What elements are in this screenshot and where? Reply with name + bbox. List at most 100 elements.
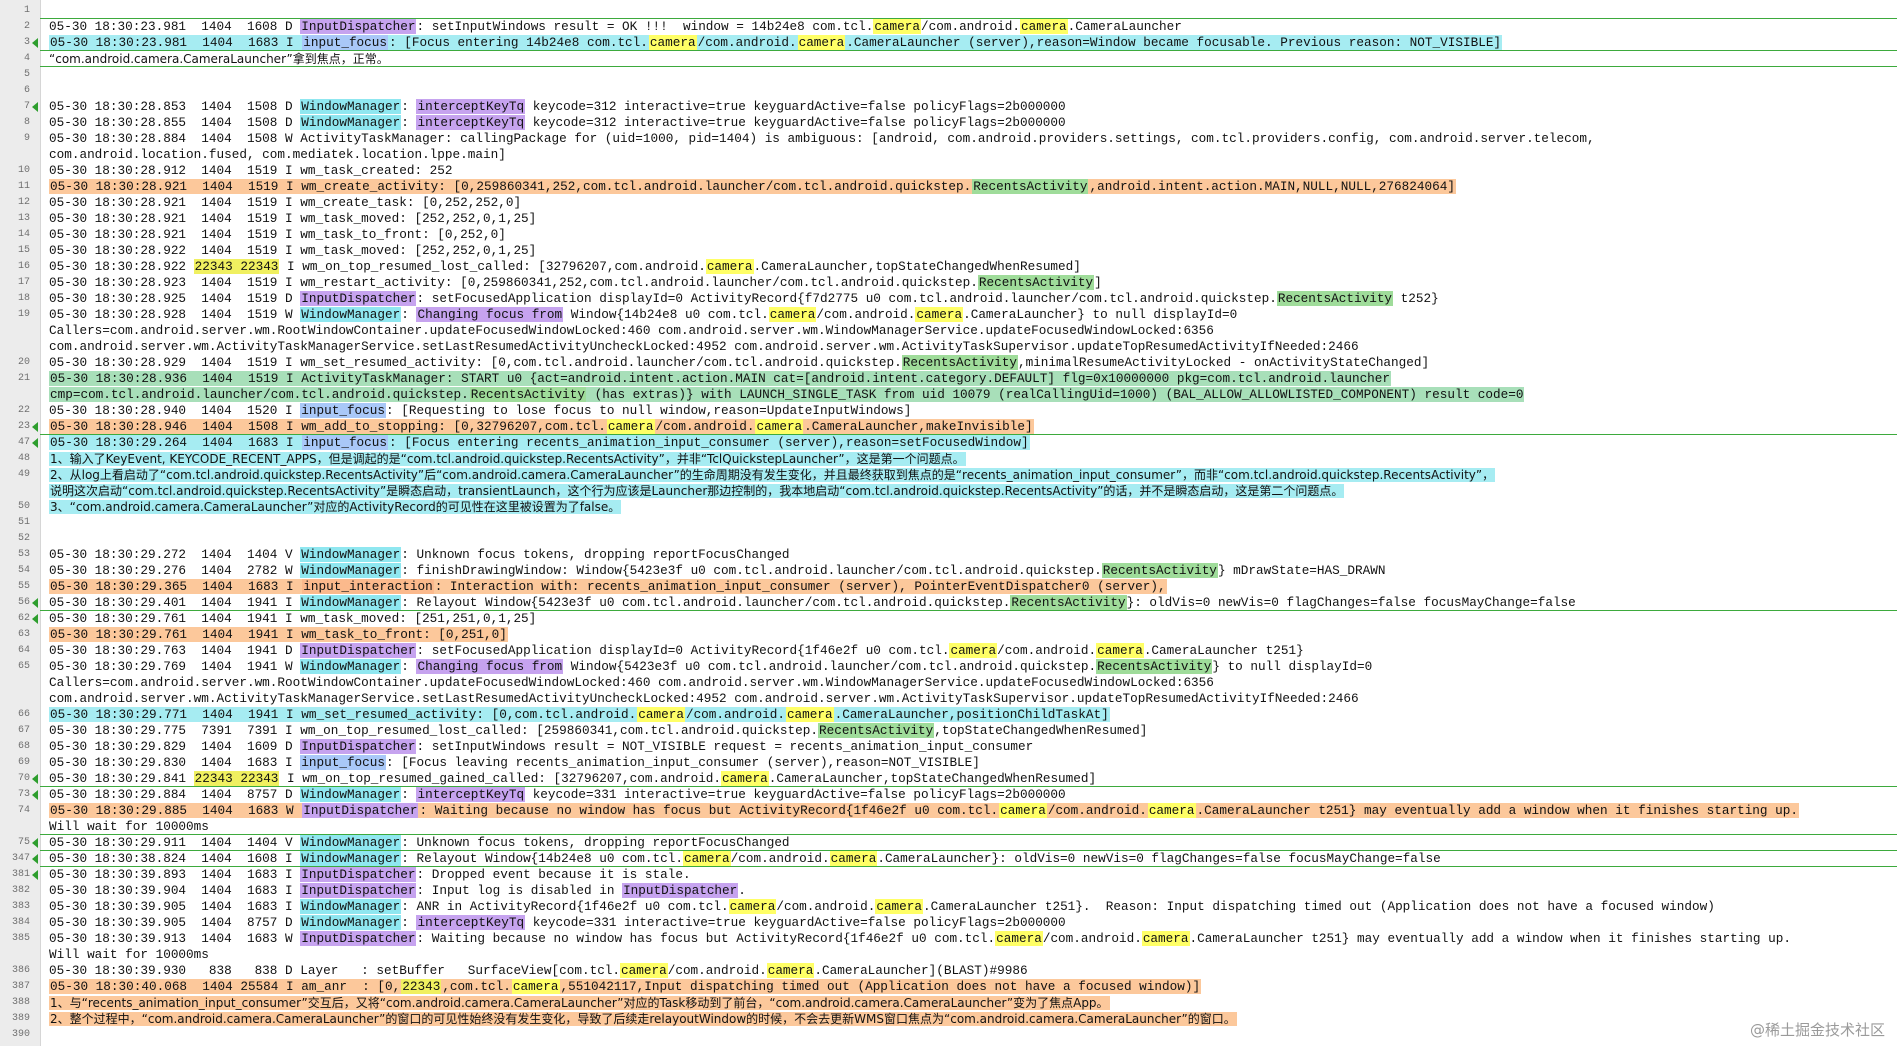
log-line[interactable]: 21 05-30 18:30:28.936 1404 1519 I Activit… (0, 371, 1897, 387)
bookmark-marker-icon[interactable] (32, 422, 38, 432)
log-line[interactable]: 5 (0, 67, 1897, 83)
log-line[interactable]: com.android.server.wm.ActivityTaskManage… (0, 339, 1897, 355)
log-line[interactable]: 74 05-30 18:30:29.885 1404 1683 W InputDi… (0, 803, 1897, 819)
log-line[interactable]: 3 05-30 18:30:23.981 1404 1683 I input_fo… (0, 35, 1897, 51)
log-line[interactable]: 52 (0, 531, 1897, 547)
log-line[interactable]: 14 05-30 18:30:28.921 1404 1519 I wm_task… (0, 227, 1897, 243)
log-line[interactable]: 7 05-30 18:30:28.853 1404 1508 D WindowMa… (0, 99, 1897, 115)
log-line[interactable]: 49 2、从log上看启动了“com.tcl.android.quickstep.… (0, 467, 1897, 483)
log-segment: 05-30 18:30:28.853 1404 1508 D (49, 99, 301, 114)
log-viewer[interactable]: 1 2 05-30 18:30:23.981 1404 1608 D InputDi… (0, 3, 1897, 1043)
log-line[interactable]: 68 05-30 18:30:29.829 1404 1609 D InputDi… (0, 739, 1897, 755)
log-line[interactable]: 13 05-30 18:30:28.921 1404 1519 I wm_task… (0, 211, 1897, 227)
bookmark-marker-icon[interactable] (32, 38, 38, 48)
log-line[interactable]: 16 05-30 18:30:28.922 22343 22343 I wm_on… (0, 259, 1897, 275)
log-line[interactable]: 62 05-30 18:30:29.761 1404 1941 I wm_task… (0, 611, 1897, 627)
log-line[interactable]: 386 05-30 18:30:39.930 838 838 D Layer : … (0, 963, 1897, 979)
log-line[interactable]: 23 05-30 18:30:28.946 1404 1508 I wm_add_… (0, 419, 1897, 435)
log-line[interactable]: 说明这次启动“com.tcl.android.quickstep.Recents… (0, 483, 1897, 499)
bookmark-marker-icon[interactable] (32, 870, 38, 880)
log-line[interactable]: 64 05-30 18:30:29.763 1404 1941 D InputDi… (0, 643, 1897, 659)
log-line[interactable]: 382 05-30 18:30:39.904 1404 1683 I InputD… (0, 883, 1897, 899)
log-line[interactable]: 65 05-30 18:30:29.769 1404 1941 W WindowM… (0, 659, 1897, 675)
highlight-tag-purple: InputDispatcher (300, 291, 417, 306)
log-line[interactable]: 15 05-30 18:30:28.922 1404 1519 I wm_task… (0, 243, 1897, 259)
log-line[interactable]: Callers=com.android.server.wm.RootWindow… (0, 323, 1897, 339)
bookmark-marker-icon[interactable] (32, 102, 38, 112)
log-line[interactable]: 66 05-30 18:30:29.771 1404 1941 I wm_set_… (0, 707, 1897, 723)
log-line[interactable]: 8 05-30 18:30:28.855 1404 1508 D WindowMa… (0, 115, 1897, 131)
bookmark-marker-icon[interactable] (32, 438, 38, 448)
log-line[interactable]: 54 05-30 18:30:29.276 1404 2782 W WindowM… (0, 563, 1897, 579)
log-line[interactable]: 9 05-30 18:30:28.884 1404 1508 W Activity… (0, 131, 1897, 147)
log-line[interactable]: 50 3、“com.android.camera.CameraLauncher”对… (0, 499, 1897, 515)
bookmark-marker-icon[interactable] (32, 774, 38, 784)
line-number: 67 (17, 725, 30, 736)
log-line[interactable]: 4 “com.android.camera.CameraLauncher”拿到焦点… (0, 51, 1897, 67)
log-line[interactable]: cmp=com.tcl.android.launcher/com.tcl.and… (0, 387, 1897, 403)
log-line[interactable]: 12 05-30 18:30:28.921 1404 1519 I wm_crea… (0, 195, 1897, 211)
line-number: 21 (17, 373, 30, 384)
log-line[interactable]: com.android.server.wm.ActivityTaskManage… (0, 691, 1897, 707)
line-number: 347 (11, 853, 30, 864)
log-line[interactable]: 67 05-30 18:30:29.775 7391 7391 I wm_on_t… (0, 723, 1897, 739)
log-segment: I wm_on_top_resumed_lost_called: [327962… (279, 259, 706, 274)
log-line[interactable]: 388 1、与“recents_animation_input_consumer”… (0, 995, 1897, 1011)
log-line[interactable]: 63 05-30 18:30:29.761 1404 1941 I wm_task… (0, 627, 1897, 643)
log-text: 05-30 18:30:29.264 1404 1683 I input_foc… (49, 435, 1895, 451)
log-line[interactable]: Will wait for 10000ms (0, 947, 1897, 963)
log-text: 05-30 18:30:39.893 1404 1683 I InputDisp… (49, 867, 1895, 883)
log-line[interactable]: 55 05-30 18:30:29.365 1404 1683 I input_i… (0, 579, 1897, 595)
log-line[interactable]: 11 05-30 18:30:28.921 1404 1519 I wm_crea… (0, 179, 1897, 195)
line-number: 69 (17, 757, 30, 768)
log-line[interactable]: 51 (0, 515, 1897, 531)
log-line[interactable]: 70 05-30 18:30:29.841 22343 22343 I wm_on… (0, 771, 1897, 787)
log-text: 05-30 18:30:29.272 1404 1404 V WindowMan… (49, 547, 1895, 563)
highlight-orange-light: input_interaction (302, 579, 434, 594)
log-line[interactable]: 19 05-30 18:30:28.928 1404 1519 W WindowM… (0, 307, 1897, 323)
log-line[interactable]: 2 05-30 18:30:23.981 1404 1608 D InputDis… (0, 19, 1897, 35)
log-line[interactable]: 381 05-30 18:30:39.893 1404 1683 I InputD… (0, 867, 1897, 883)
log-line[interactable]: 347 05-30 18:30:38.824 1404 1608 I Window… (0, 851, 1897, 867)
log-line[interactable]: 69 05-30 18:30:29.830 1404 1683 I input_f… (0, 755, 1897, 771)
log-line[interactable]: 385 05-30 18:30:39.913 1404 1683 W InputD… (0, 931, 1897, 947)
log-text: 05-30 18:30:38.824 1404 1608 I WindowMan… (49, 851, 1895, 867)
log-text: cmp=com.tcl.android.launcher/com.tcl.and… (49, 387, 1895, 403)
highlight-tag-cyan: WindowManager (300, 115, 402, 130)
log-line[interactable]: 18 05-30 18:30:28.925 1404 1519 D InputDi… (0, 291, 1897, 307)
highlight-row-orange: /com.android. (654, 419, 756, 434)
log-line[interactable]: Will wait for 10000ms (0, 819, 1897, 835)
log-line[interactable]: 390 (0, 1027, 1897, 1043)
bookmark-marker-icon[interactable] (32, 790, 38, 800)
log-line[interactable]: 1 (0, 3, 1897, 19)
bookmark-marker-icon[interactable] (32, 854, 38, 864)
bookmark-marker-icon[interactable] (32, 598, 38, 608)
line-number: 381 (11, 869, 30, 880)
log-line[interactable]: 56 05-30 18:30:29.401 1404 1941 I WindowM… (0, 595, 1897, 611)
log-line[interactable]: Callers=com.android.server.wm.RootWindow… (0, 675, 1897, 691)
log-line[interactable]: 73 05-30 18:30:29.884 1404 8757 D WindowM… (0, 787, 1897, 803)
log-line[interactable]: com.android.location.fused, com.mediatek… (0, 147, 1897, 163)
bookmark-marker-icon[interactable] (32, 838, 38, 848)
log-line[interactable]: 384 05-30 18:30:39.905 1404 8757 D Window… (0, 915, 1897, 931)
highlight-camera-yellow: camera (949, 643, 998, 658)
log-line[interactable]: 389 2、整个过程中，“com.android.camera.CameraLau… (0, 1011, 1897, 1027)
log-segment: : Dropped event because it is stale. (416, 867, 691, 882)
highlight-camera-yellow: camera (915, 307, 964, 322)
log-line[interactable]: 48 1、输入了KeyEvent, KEYCODE_RECENT_APPS，但是调… (0, 451, 1897, 467)
log-segment: : (401, 659, 417, 674)
bookmark-marker-icon[interactable] (32, 614, 38, 624)
log-line[interactable]: 47 05-30 18:30:29.264 1404 1683 I input_f… (0, 435, 1897, 451)
log-line[interactable]: 6 (0, 83, 1897, 99)
log-line[interactable]: 75 05-30 18:30:29.911 1404 1404 V WindowM… (0, 835, 1897, 851)
log-line[interactable]: 17 05-30 18:30:28.923 1404 1519 I wm_rest… (0, 275, 1897, 291)
log-line[interactable]: 22 05-30 18:30:28.940 1404 1520 I input_f… (0, 403, 1897, 419)
line-number: 66 (17, 709, 30, 720)
log-line[interactable]: 387 05-30 18:30:40.068 1404 25584 I am_an… (0, 979, 1897, 995)
log-line[interactable]: 20 05-30 18:30:28.929 1404 1519 I wm_set_… (0, 355, 1897, 371)
log-line[interactable]: 10 05-30 18:30:28.912 1404 1519 I wm_task… (0, 163, 1897, 179)
highlight-camera-yellow: camera (797, 35, 846, 50)
log-text: 05-30 18:30:28.928 1404 1519 W WindowMan… (49, 307, 1895, 323)
log-line[interactable]: 53 05-30 18:30:29.272 1404 1404 V WindowM… (0, 547, 1897, 563)
log-line[interactable]: 383 05-30 18:30:39.905 1404 1683 I Window… (0, 899, 1897, 915)
